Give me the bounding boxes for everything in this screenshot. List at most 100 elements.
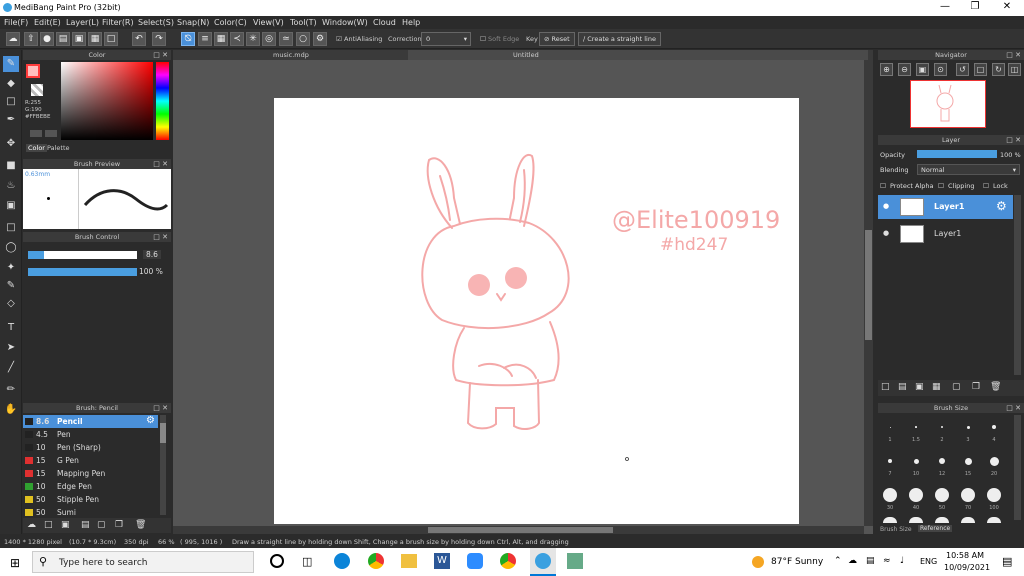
brush-list-item[interactable]: 15 G Pen <box>23 454 158 467</box>
tab-music[interactable]: music.mdp <box>273 51 309 59</box>
brush-size-dot[interactable] <box>939 458 945 464</box>
medibang-taskbar-button[interactable] <box>530 548 556 576</box>
redo-icon[interactable]: ↷ <box>152 32 166 46</box>
magic-wand-icon[interactable]: ✦ <box>3 260 19 276</box>
new-brush-icon[interactable]: □ <box>44 520 53 530</box>
brush-size-slider[interactable] <box>28 251 137 259</box>
brush-list-scrollbar[interactable] <box>160 415 166 515</box>
select-eraser-icon[interactable]: ◇ <box>3 296 19 312</box>
tab-color[interactable]: Color <box>26 144 47 152</box>
menu-window[interactable]: Window(W) <box>322 18 368 27</box>
brush-size-dot[interactable] <box>889 426 891 428</box>
weather-text[interactable]: 87°F Sunny <box>771 557 823 567</box>
brush-size-dot[interactable] <box>935 488 949 502</box>
divide-tool-icon[interactable]: ╱ <box>3 360 19 376</box>
move-tool-icon[interactable]: ✥ <box>3 136 19 152</box>
layer-copy-icon[interactable]: ▣ <box>915 382 924 392</box>
brush-size-dot[interactable] <box>883 517 897 523</box>
perspective-icon[interactable]: ○ <box>296 32 310 46</box>
edge-icon[interactable] <box>334 553 350 569</box>
brush-size-dot[interactable] <box>915 426 917 428</box>
grid-icon[interactable]: ▦ <box>88 32 102 46</box>
notifications-icon[interactable]: ▤ <box>1002 555 1012 568</box>
layer-row[interactable]: ● Layer1 ⚙ <box>878 195 1013 219</box>
eyedropper-icon[interactable]: ✏ <box>3 382 19 398</box>
zoom-in-icon[interactable]: ⊕ <box>880 63 893 76</box>
layer-trash-icon[interactable]: 🗑 <box>990 382 1001 392</box>
network-icon[interactable]: ▤ <box>866 556 875 566</box>
brush-size-dot[interactable] <box>913 458 919 464</box>
curve-snap-icon[interactable]: ≃ <box>279 32 293 46</box>
zoom-actual-icon[interactable]: ⊙ <box>934 63 947 76</box>
canvas-horizontal-scrollbar[interactable] <box>173 526 864 534</box>
new-layer-icon[interactable]: □ <box>881 382 890 392</box>
brush-folder-icon[interactable]: ▢ <box>97 520 106 530</box>
menu-select[interactable]: Select(S) <box>138 18 174 27</box>
cortana-icon[interactable] <box>270 554 284 568</box>
brush-size-value[interactable]: 8.6 <box>143 250 161 259</box>
blending-select[interactable]: Normal ▾ <box>917 164 1020 175</box>
rotate-right-icon[interactable]: ↻ <box>992 63 1005 76</box>
chrome-icon[interactable] <box>368 553 384 569</box>
fill-rect-icon[interactable]: ■ <box>3 158 19 174</box>
duplicate-icon[interactable]: ❐ <box>972 382 980 392</box>
brush-copy-icon[interactable]: ▤ <box>81 520 90 530</box>
trash-icon[interactable]: 🗑 <box>135 520 146 530</box>
brush-size-dot[interactable] <box>909 517 923 523</box>
select-tool-icon[interactable]: □ <box>3 220 19 236</box>
close-icon[interactable]: □ ✕ <box>1006 135 1021 145</box>
folder-icon[interactable]: ▢ <box>952 382 961 392</box>
clock-date[interactable]: 10/09/2021 <box>944 563 990 572</box>
layer-row[interactable]: ● Layer1 <box>878 222 1013 246</box>
brush-size-dot[interactable] <box>935 517 949 523</box>
cloud-icon[interactable]: ☁ <box>6 32 20 46</box>
brush-list-item[interactable]: 8.6 Pencil ⚙ <box>23 415 158 428</box>
menu-color[interactable]: Color(C) <box>214 18 247 27</box>
brush-opacity-value[interactable]: 100 % <box>139 267 163 276</box>
menu-cloud[interactable]: Cloud <box>373 18 396 27</box>
hue-slider[interactable] <box>156 62 169 140</box>
fit-icon[interactable]: ▣ <box>916 63 929 76</box>
snap-off-icon[interactable]: ⦰ <box>181 32 195 46</box>
create-straight-line-button[interactable]: ∕ Create a straight line <box>578 32 661 46</box>
drawing-canvas[interactable]: @Elite100919 #hd247 <box>274 98 799 524</box>
brush-size-dot[interactable] <box>992 425 996 429</box>
eye-icon[interactable]: ● <box>883 229 889 237</box>
layer-scrollbar[interactable] <box>1014 195 1021 375</box>
close-icon[interactable]: □ ✕ <box>153 232 168 242</box>
zoom-out-icon[interactable]: ⊖ <box>898 63 911 76</box>
brush-list-item[interactable]: 15 Mapping Pen <box>23 467 158 480</box>
brush-duplicate-icon[interactable]: ❐ <box>115 520 123 530</box>
new-layer-type-icon[interactable]: ▤ <box>898 382 907 392</box>
undo-icon[interactable]: ↶ <box>132 32 146 46</box>
brush-size-dot[interactable] <box>961 517 975 523</box>
close-icon[interactable]: □ ✕ <box>153 403 168 413</box>
layer-opacity-slider[interactable] <box>917 150 997 158</box>
menu-filter[interactable]: Filter(R) <box>102 18 134 27</box>
canvas-vertical-scrollbar[interactable] <box>864 60 873 526</box>
brush-tool-icon[interactable]: ✎ <box>3 56 19 72</box>
select-pen-icon[interactable]: ✎ <box>3 278 19 294</box>
close-icon[interactable]: □ ✕ <box>1006 403 1021 413</box>
chevron-up-icon[interactable]: ⌃ <box>834 556 842 566</box>
brush-list-item[interactable]: 4.5 Pen <box>23 428 158 441</box>
layer-menu-icon[interactable]: ▦ <box>932 382 941 392</box>
menu-tool[interactable]: Tool(T) <box>290 18 317 27</box>
color-saturation-picker[interactable] <box>61 62 153 140</box>
menu-view[interactable]: View(V) <box>253 18 284 27</box>
maximize-icon[interactable]: ❐ <box>960 1 990 12</box>
operation-tool-icon[interactable]: ➤ <box>3 340 19 356</box>
correction-select[interactable]: 0 ▾ <box>421 32 471 46</box>
transparent-color-swatch[interactable] <box>31 84 43 96</box>
brush-size-dot[interactable] <box>964 457 972 465</box>
hand-tool-icon[interactable]: ✋ <box>3 402 19 418</box>
menu-layer[interactable]: Layer(L) <box>66 18 99 27</box>
circle-snap-icon[interactable]: ◎ <box>262 32 276 46</box>
navigator-preview[interactable] <box>910 80 986 128</box>
brush-settings-gear-icon[interactable]: ⚙ <box>146 415 155 426</box>
bucket-tool-icon[interactable]: ♨ <box>3 178 19 194</box>
brush-opacity-slider[interactable] <box>28 268 137 276</box>
rotate-left-icon[interactable]: ↺ <box>956 63 969 76</box>
cloud-tray-icon[interactable]: ☁ <box>848 556 857 566</box>
tab-brush-size[interactable]: Brush Size <box>880 526 912 533</box>
